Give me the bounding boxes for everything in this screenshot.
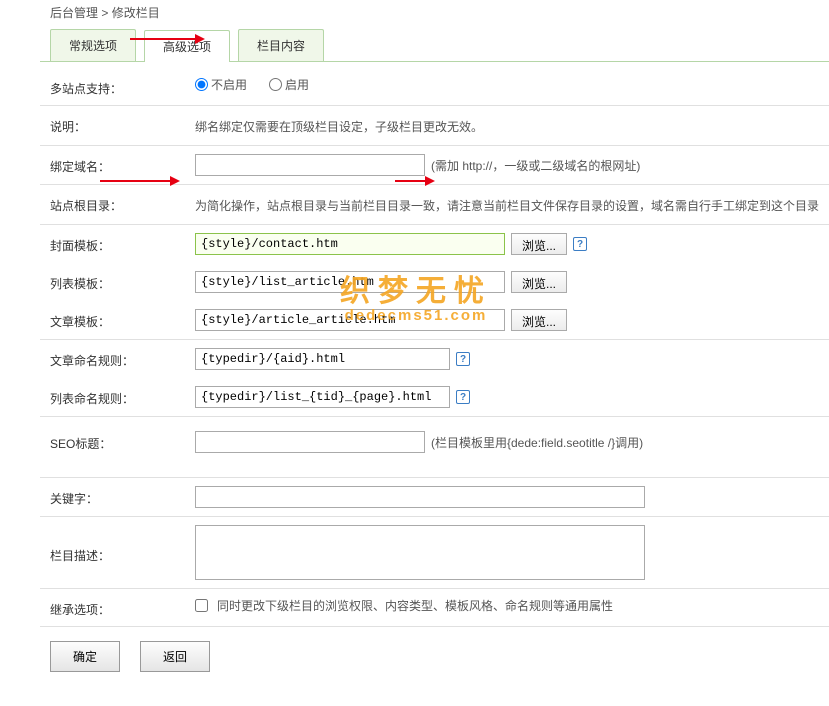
help-icon[interactable]: ? [573, 237, 587, 251]
breadcrumb: 后台管理 > 修改栏目 [40, 0, 829, 29]
radio-enable[interactable] [269, 78, 282, 91]
label-cover-tpl: 封面模板： [50, 233, 195, 254]
tab-content[interactable]: 栏目内容 [238, 29, 324, 61]
radio-disable-wrap[interactable]: 不启用 [195, 76, 247, 93]
help-icon[interactable]: ? [456, 390, 470, 404]
tab-advanced[interactable]: 高级选项 [144, 30, 230, 62]
browse-cover-button[interactable]: 浏览... [511, 233, 567, 255]
label-column-desc: 栏目描述： [50, 525, 195, 564]
breadcrumb-p1[interactable]: 后台管理 [50, 6, 98, 20]
tab-bar: 常规选项 高级选项 栏目内容 [40, 29, 829, 62]
cover-tpl-input[interactable] [195, 233, 505, 255]
article-tpl-input[interactable] [195, 309, 505, 331]
radio-enable-wrap[interactable]: 启用 [269, 76, 309, 93]
breadcrumb-p2: 修改栏目 [112, 6, 160, 20]
ok-button[interactable]: 确定 [50, 641, 120, 672]
tab-general[interactable]: 常规选项 [50, 29, 136, 61]
label-list-tpl: 列表模板： [50, 271, 195, 292]
browse-list-button[interactable]: 浏览... [511, 271, 567, 293]
keywords-input[interactable] [195, 486, 645, 508]
label-keywords: 关键字： [50, 486, 195, 507]
arrow-annotation-cover [100, 180, 175, 182]
radio-disable[interactable] [195, 78, 208, 91]
label-siteroot: 站点根目录： [50, 193, 195, 214]
list-rule-input[interactable] [195, 386, 450, 408]
desc-text: 绑名绑定仅需要在顶级栏目设定，子级栏目更改无效。 [195, 114, 819, 137]
label-article-rule: 文章命名规则： [50, 348, 195, 369]
domain-input[interactable] [195, 154, 425, 176]
browse-article-button[interactable]: 浏览... [511, 309, 567, 331]
label-list-rule: 列表命名规则： [50, 386, 195, 407]
help-icon[interactable]: ? [456, 352, 470, 366]
seo-title-input[interactable] [195, 431, 425, 453]
back-button[interactable]: 返回 [140, 641, 210, 672]
article-rule-input[interactable] [195, 348, 450, 370]
label-multisite: 多站点支持： [50, 76, 195, 97]
seo-hint: (栏目模板里用{dede:field.seotitle /}调用) [431, 434, 643, 451]
label-desc: 说明： [50, 114, 195, 135]
domain-hint: (需加 http://，一级或二级域名的根网址) [431, 157, 640, 174]
column-desc-textarea[interactable] [195, 525, 645, 580]
list-tpl-input[interactable] [195, 271, 505, 293]
label-domain: 绑定域名： [50, 154, 195, 175]
label-seo-title: SEO标题： [50, 431, 195, 452]
label-inherit: 继承选项： [50, 597, 195, 618]
siteroot-text: 为简化操作，站点根目录与当前栏目目录一致，请注意当前栏目文件保存目录的设置，域名… [195, 193, 819, 216]
label-article-tpl: 文章模板： [50, 309, 195, 330]
arrow-annotation-tabs [130, 38, 200, 40]
arrow-annotation-input [395, 180, 430, 182]
